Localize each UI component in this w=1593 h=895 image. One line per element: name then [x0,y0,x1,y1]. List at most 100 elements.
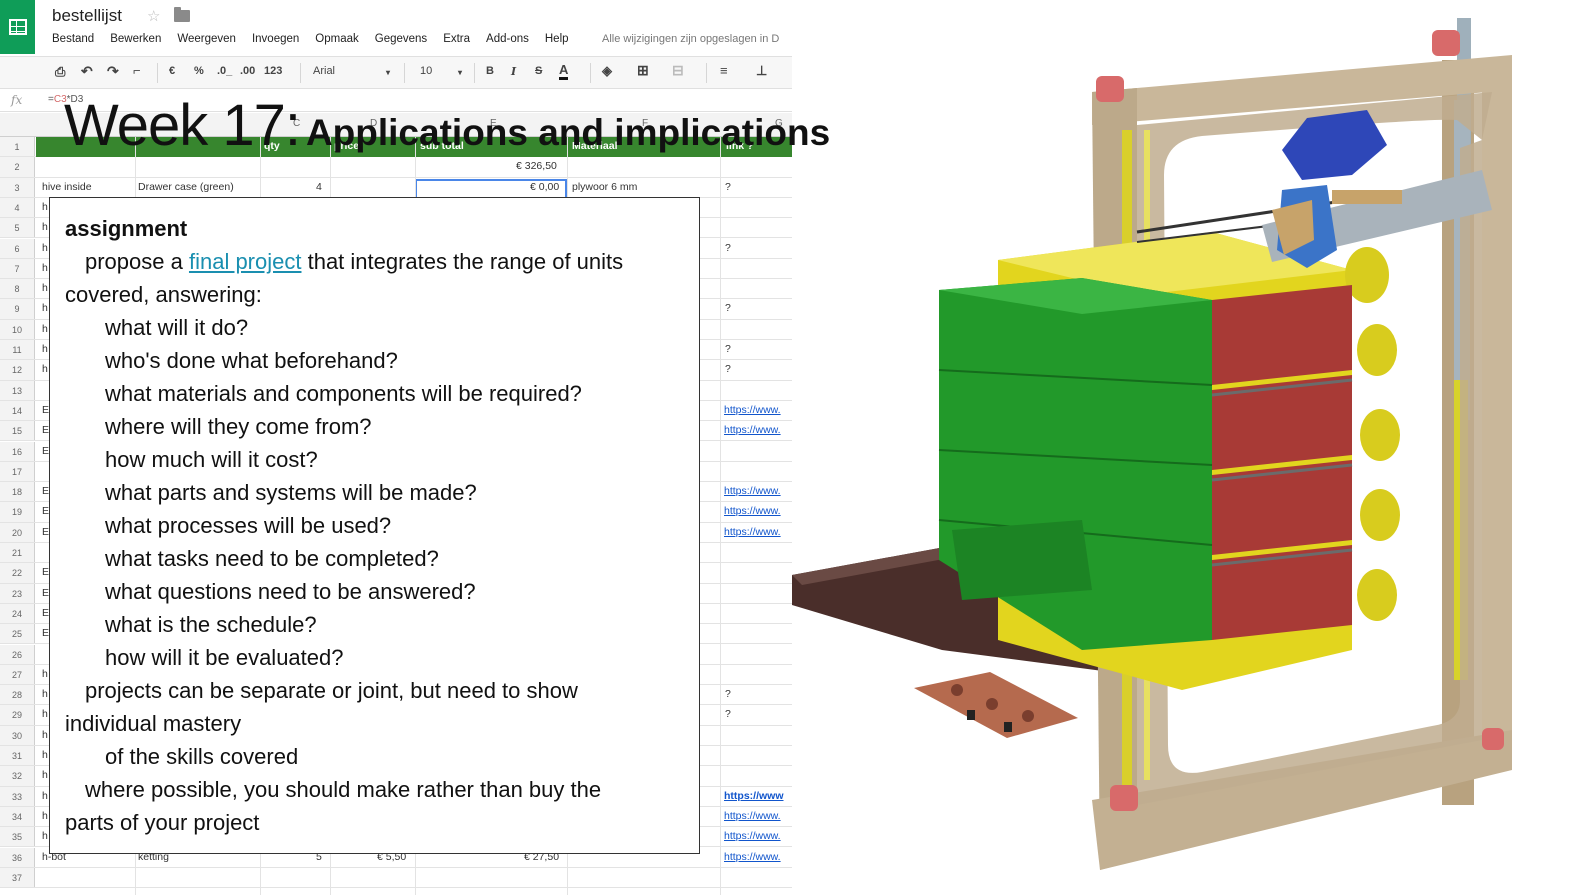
font-dropdown[interactable]: Arial [313,65,335,77]
folder-icon[interactable] [174,7,190,22]
cell-g[interactable]: ? [725,242,731,254]
cell-a[interactable]: h [42,282,48,294]
table-row[interactable]: 2 € 326,50 [0,157,792,178]
cell-g[interactable]: ? [725,363,731,375]
row-number[interactable]: 4 [0,197,35,218]
cell-a[interactable]: E [42,627,49,639]
row-number[interactable]: 23 [0,583,35,603]
text-color-button[interactable]: A [559,63,569,80]
italic-button[interactable]: I [511,65,516,78]
cell-a[interactable]: h [42,262,48,274]
menu-invoegen[interactable]: Invoegen [252,33,299,45]
vertical-align-icon[interactable]: ⊥ [756,63,767,79]
percent-button[interactable]: % [194,65,204,77]
row-number[interactable]: 31 [0,746,35,766]
menu-opmaak[interactable]: Opmaak [315,33,358,45]
cell-a[interactable]: h [42,810,48,822]
save-status[interactable]: Alle wijzigingen zijn opgeslagen in D [602,33,779,45]
sheets-logo-icon[interactable] [0,0,35,54]
row-number[interactable]: 33 [0,786,35,806]
row-number[interactable]: 10 [0,319,35,339]
menu-bewerken[interactable]: Bewerken [110,33,161,45]
cell-a[interactable]: h [42,221,48,233]
row-number[interactable]: 32 [0,766,35,786]
cell-g[interactable]: ? [725,708,731,720]
row-number[interactable]: 14 [0,400,35,421]
row-number[interactable]: 9 [0,299,35,319]
decrease-decimal-button[interactable]: .0_ [217,65,232,77]
fill-color-icon[interactable]: ◈ [602,63,612,79]
cell-a[interactable]: h [42,201,48,213]
cell-a[interactable]: h [42,323,48,335]
cell-link[interactable]: https://www. [724,424,781,436]
print-icon[interactable]: ⎙ [55,64,65,80]
redo-icon[interactable]: ↷ [107,63,119,80]
row-number[interactable]: 1 [0,137,35,157]
row-number[interactable]: 34 [0,806,35,827]
align-icon[interactable]: ≡ [720,63,728,78]
cell-g3[interactable]: ? [725,181,731,193]
cell-g[interactable]: ? [725,302,731,314]
cell-link[interactable]: https://www. [724,485,781,497]
row-number[interactable]: 29 [0,705,35,725]
currency-button[interactable]: € [169,65,175,77]
chevron-down-icon[interactable]: ▾ [386,68,390,77]
menu-bestand[interactable]: Bestand [52,33,94,45]
cell-a[interactable]: h [42,708,48,720]
cell-f3[interactable]: plywoor 6 mm [572,181,637,193]
menu-help[interactable]: Help [545,33,569,45]
row-number[interactable]: 26 [0,644,35,664]
row-number[interactable]: 35 [0,827,35,847]
cell-a[interactable]: E [42,566,49,578]
cell-g[interactable]: ? [725,688,731,700]
cell-a[interactable]: h [42,668,48,680]
document-title[interactable]: bestellijst [52,6,122,26]
row-number[interactable]: 17 [0,461,35,482]
row-number[interactable]: 7 [0,258,35,279]
font-size-dropdown[interactable]: 10 [420,65,432,77]
row-number[interactable]: 8 [0,279,35,299]
row-number[interactable]: 36 [0,847,35,867]
row-number[interactable]: 25 [0,624,35,644]
row-number[interactable]: 5 [0,218,35,238]
number-format-dropdown[interactable]: 123 [264,65,282,77]
row-number[interactable]: 24 [0,603,35,624]
cell-g[interactable]: ? [725,343,731,355]
cell-a[interactable]: h [42,242,48,254]
row-number[interactable]: 16 [0,441,35,461]
cell-c3[interactable]: 4 [316,181,322,193]
cell-a3[interactable]: hive inside [42,181,92,193]
menu-gegevens[interactable]: Gegevens [375,33,427,45]
cell-link[interactable]: https://www. [724,810,781,822]
row-number[interactable]: 30 [0,725,35,745]
cell-a[interactable]: h [42,343,48,355]
row-number[interactable]: 6 [0,238,35,258]
borders-icon[interactable]: ⊞ [637,62,649,79]
cell-link[interactable]: https://www. [724,404,781,416]
chevron-down-icon[interactable]: ▾ [458,68,462,77]
cell-a[interactable]: h [42,363,48,375]
cell-link[interactable]: https://www. [724,505,781,517]
selected-cell[interactable] [415,179,567,199]
row-number[interactable]: 22 [0,563,35,583]
star-icon[interactable]: ☆ [147,7,160,25]
row-number[interactable]: 19 [0,502,35,522]
row-number[interactable]: 15 [0,421,35,441]
cell-link[interactable]: https://www [724,790,784,802]
increase-decimal-button[interactable]: .00 [240,65,255,77]
row-number[interactable]: 37 [0,867,35,888]
menu-addons[interactable]: Add-ons [486,33,529,45]
undo-icon[interactable]: ↶ [81,63,93,80]
cell-total[interactable]: € 326,50 [516,160,557,172]
cell-a[interactable]: E [42,485,49,497]
cell-a[interactable]: h [42,688,48,700]
row-number[interactable]: 27 [0,664,35,685]
cell-a[interactable]: h [42,749,48,761]
cell-b3[interactable]: Drawer case (green) [138,181,234,193]
cell-link[interactable]: https://www. [724,830,781,842]
cell-a[interactable]: E [42,587,49,599]
cell-a[interactable]: E [42,404,49,416]
cell-a[interactable]: E [42,607,49,619]
final-project-link[interactable]: final project [189,249,302,274]
cell-a[interactable]: h [42,302,48,314]
